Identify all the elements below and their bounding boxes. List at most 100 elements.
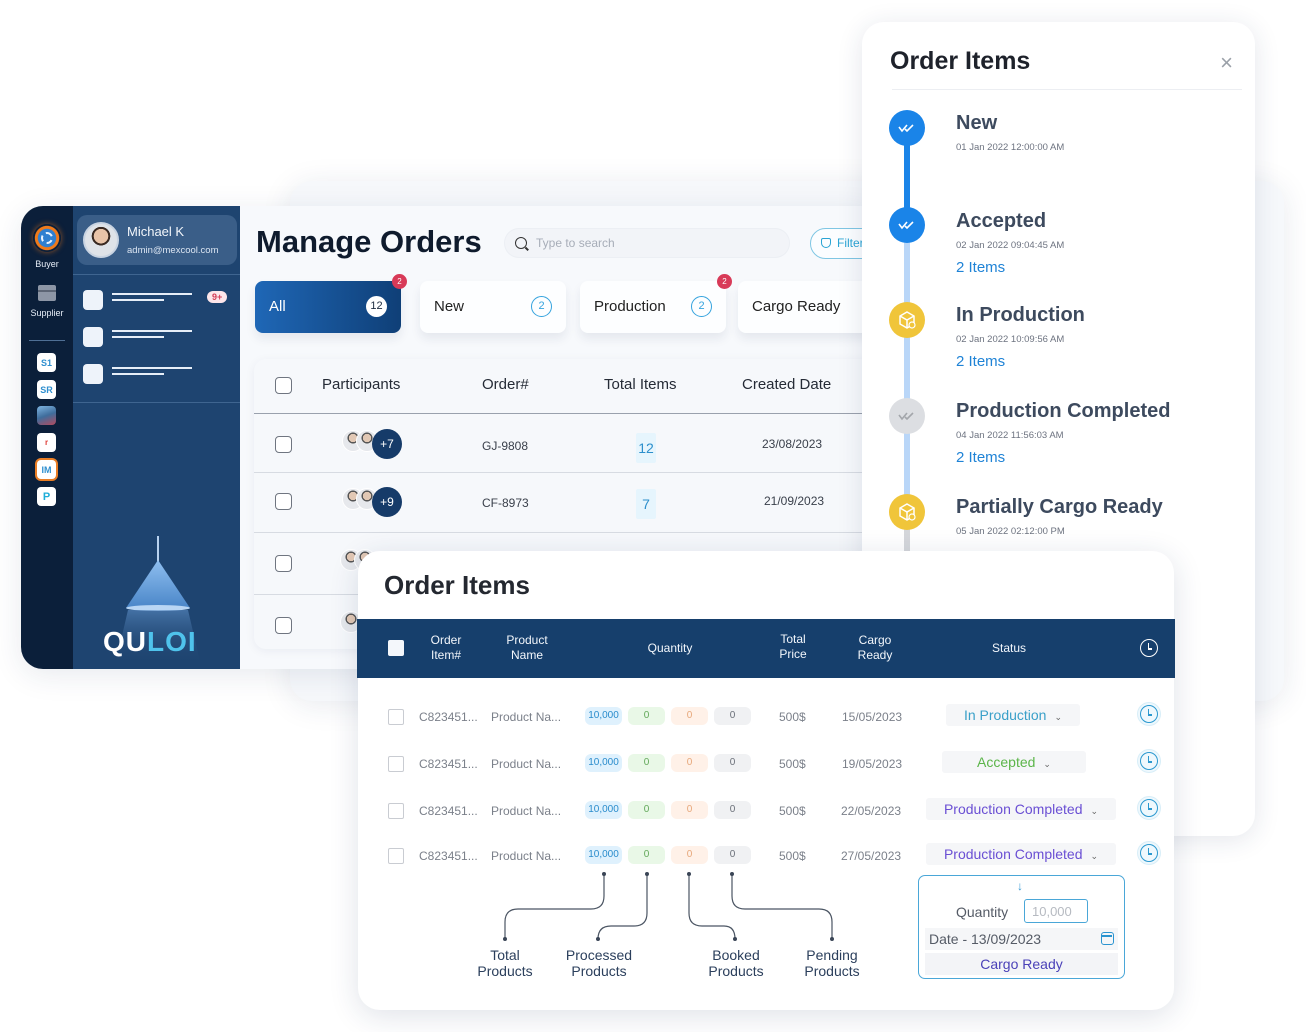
items-table-header: Order Item# Product Name Quantity Total … — [357, 619, 1175, 678]
status-dropdown[interactable]: Accepted ⌄ — [942, 751, 1086, 773]
total-products-qty: 10,000 — [585, 707, 622, 725]
more-participants-badge[interactable]: +9 — [372, 487, 402, 517]
status-value: Production Completed — [943, 801, 1083, 817]
rail-supplier-label: Supplier — [30, 308, 64, 318]
row-checkbox[interactable] — [388, 756, 404, 772]
tab-production[interactable]: Production 2 2 — [580, 274, 732, 333]
cargo-ready-button[interactable]: Cargo Ready — [925, 953, 1118, 975]
row-checkbox[interactable] — [388, 848, 404, 864]
status-dropdown[interactable]: Production Completed ⌄ — [926, 843, 1116, 865]
order-item-id[interactable]: C823451... — [419, 757, 478, 771]
placeholder-line — [112, 373, 164, 375]
column-header-created-date[interactable]: Created Date — [742, 376, 831, 393]
user-email: admin@mexcool.com — [127, 245, 219, 256]
connector-total — [504, 874, 605, 939]
s1-app-icon[interactable]: S1 — [37, 353, 56, 372]
close-icon[interactable]: × — [1220, 50, 1233, 76]
booked-products-qty: 0 — [671, 707, 708, 725]
total-items-value: 12 — [636, 433, 656, 463]
timeline-step: Accepted 02 Jan 2022 09:04:45 AM 2 Items — [956, 210, 1064, 276]
select-all-checkbox[interactable] — [388, 640, 404, 656]
cargo-ready-date: 27/05/2023 — [841, 849, 902, 863]
ship-photo-app-icon[interactable] — [37, 406, 56, 425]
tab-count: 12 — [366, 296, 387, 317]
total-price: 500$ — [779, 757, 806, 771]
chevron-down-icon: ⌄ — [1043, 759, 1051, 769]
column-header-cargo-ready[interactable]: Cargo Ready — [847, 633, 903, 663]
column-header-order-item[interactable]: Order Item# — [421, 633, 471, 663]
connector-dot — [730, 872, 734, 876]
rail-item-buyer[interactable]: Buyer — [21, 206, 73, 272]
date-field[interactable]: Date - 13/09/2023 — [925, 928, 1118, 950]
timeline-step: Partially Cargo Ready 05 Jan 2022 02:12:… — [956, 496, 1163, 537]
pending-products-qty: 0 — [714, 707, 751, 725]
history-button[interactable] — [1138, 797, 1160, 819]
order-item-id[interactable]: C823451... — [419, 710, 478, 724]
step-name: New — [956, 112, 998, 134]
calendar-icon[interactable] — [1101, 932, 1114, 945]
step-items-link[interactable]: 2 Items — [956, 259, 1064, 276]
order-number[interactable]: GJ-9808 — [482, 439, 528, 453]
placeholder-line — [112, 367, 192, 369]
step-items-link[interactable]: 2 Items — [956, 449, 1170, 466]
alert-badge: 2 — [392, 274, 407, 289]
tab-label: All — [269, 298, 286, 315]
select-all-checkbox[interactable] — [275, 377, 292, 394]
history-button[interactable] — [1138, 842, 1160, 864]
row-checkbox[interactable] — [388, 803, 404, 819]
status-dropdown[interactable]: In Production ⌄ — [946, 704, 1080, 726]
row-checkbox[interactable] — [275, 555, 292, 572]
total-price: 500$ — [779, 804, 806, 818]
clock-icon[interactable] — [1140, 639, 1158, 657]
product-name: Product Na... — [491, 757, 562, 771]
step-date: 04 Jan 2022 11:56:03 AM — [956, 430, 1064, 441]
row-checkbox[interactable] — [275, 617, 292, 634]
more-participants-badge[interactable]: +7 — [372, 429, 402, 459]
clock-icon — [1140, 799, 1158, 817]
row-divider — [254, 532, 871, 533]
sidebar-item[interactable]: 9+ — [83, 290, 233, 310]
r-app-icon[interactable]: r — [37, 433, 56, 452]
step-name: Accepted — [956, 210, 1047, 232]
status-value: In Production — [963, 707, 1047, 723]
column-header-product-name[interactable]: Product Name — [497, 633, 557, 663]
row-checkbox[interactable] — [275, 493, 292, 510]
step-items-link[interactable]: 2 Items — [956, 353, 1085, 370]
rail-item-supplier[interactable]: Supplier — [21, 278, 73, 326]
column-header-total-items[interactable]: Total Items — [604, 376, 677, 393]
column-header-total-price[interactable]: Total Price — [769, 632, 817, 662]
arrow-down-icon: ↓ — [1017, 879, 1023, 893]
history-button[interactable] — [1138, 750, 1160, 772]
user-profile-card[interactable]: Michael K admin@mexcool.com — [77, 215, 237, 265]
tab-cargo-ready[interactable]: Cargo Ready — [738, 281, 871, 333]
tab-all[interactable]: All 12 2 — [255, 274, 407, 333]
card-title: Order Items — [384, 570, 530, 600]
sidebar-item[interactable] — [83, 327, 233, 347]
date-value: Date - 13/09/2023 — [929, 931, 1042, 947]
row-checkbox[interactable] — [388, 709, 404, 725]
search-box — [504, 228, 790, 258]
column-header-participants[interactable]: Participants — [322, 376, 400, 393]
column-header-order[interactable]: Order# — [482, 376, 529, 393]
column-header-status[interactable]: Status — [969, 641, 1049, 656]
status-dropdown[interactable]: Production Completed ⌄ — [926, 798, 1116, 820]
search-icon — [515, 237, 527, 249]
placeholder-line — [112, 293, 192, 295]
column-header-quantity[interactable]: Quantity — [627, 641, 713, 656]
history-button[interactable] — [1138, 703, 1160, 725]
sr-app-icon[interactable]: SR — [37, 380, 56, 399]
created-date: 21/09/2023 — [764, 494, 825, 508]
step-date: 01 Jan 2022 12:00:00 AM — [956, 142, 1065, 153]
connector-dot — [602, 872, 606, 876]
order-item-id[interactable]: C823451... — [419, 849, 478, 863]
p-app-icon[interactable]: P — [37, 487, 56, 506]
clock-icon — [1140, 844, 1158, 862]
order-item-id[interactable]: C823451... — [419, 804, 478, 818]
im-app-icon[interactable]: IM — [37, 460, 56, 479]
search-input[interactable] — [536, 228, 776, 258]
row-checkbox[interactable] — [275, 436, 292, 453]
tab-new[interactable]: New 2 — [420, 281, 566, 333]
order-number[interactable]: CF-8973 — [482, 496, 529, 510]
sidebar-item[interactable] — [83, 364, 233, 384]
quantity-input[interactable] — [1024, 899, 1088, 923]
